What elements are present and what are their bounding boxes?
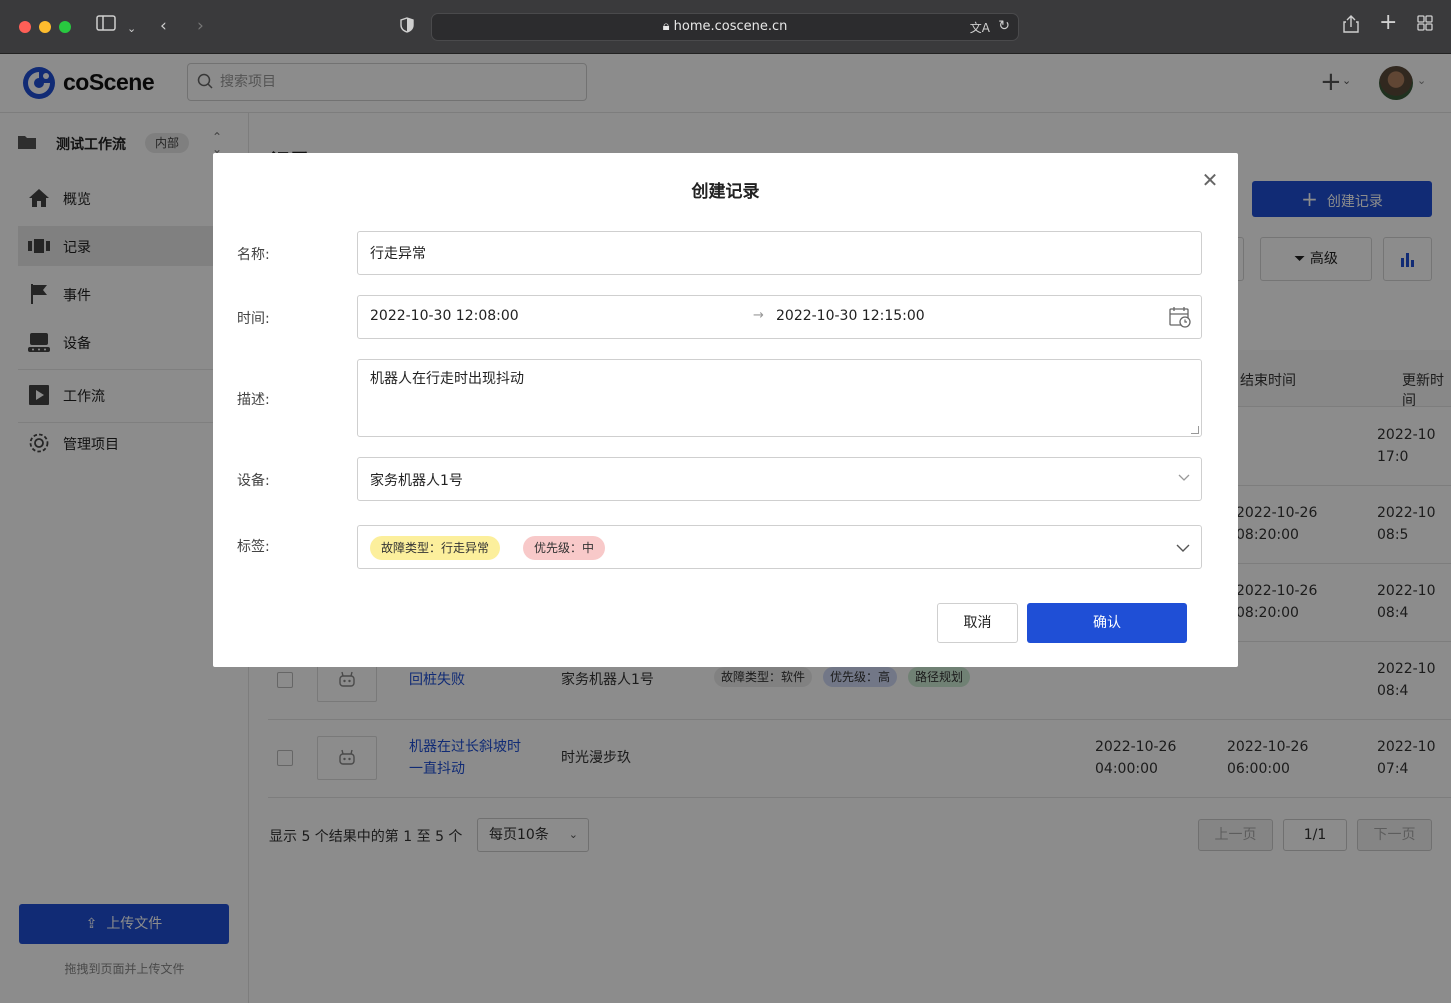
tab-overview-icon[interactable] [1417, 15, 1433, 37]
url-text: home.coscene.cn [673, 19, 788, 34]
device-select[interactable]: 家务机器人1号 [357, 457, 1202, 501]
chevron-down-icon [1176, 544, 1190, 552]
device-label: 设备: [237, 473, 270, 489]
forward-icon[interactable]: › [197, 15, 204, 37]
chevron-down-icon[interactable]: ⌄ [127, 18, 136, 40]
arrow-right-icon: → [753, 308, 764, 323]
name-input[interactable] [370, 232, 1170, 274]
time-range-picker[interactable]: 2022-10-30 12:08:00 → 2022-10-30 12:15:0… [357, 295, 1202, 339]
browser-toolbar: ⌄ ‹ › 🔒︎ home.coscene.cn 文A ↻ + [0, 0, 1451, 54]
tags-select[interactable]: 故障类型：行走异常 优先级：中 [357, 525, 1202, 569]
resize-handle[interactable] [1191, 426, 1199, 434]
shield-icon[interactable] [400, 17, 414, 39]
description-label: 描述: [237, 392, 270, 408]
description-textarea[interactable] [370, 368, 1189, 430]
end-time-value[interactable]: 2022-10-30 12:15:00 [776, 308, 925, 324]
zoom-window-button[interactable] [59, 21, 71, 33]
new-tab-icon[interactable]: + [1379, 12, 1397, 34]
minimize-window-button[interactable] [39, 21, 51, 33]
chevron-down-icon [1178, 474, 1190, 481]
tag-chip[interactable]: 故障类型：行走异常 [370, 536, 501, 560]
create-record-dialog: 创建记录 ✕ 名称: 时间: 2022-10-30 12:08:00 → 202… [213, 153, 1238, 667]
close-window-button[interactable] [19, 21, 31, 33]
device-selected-value: 家务机器人1号 [370, 473, 463, 489]
time-label: 时间: [237, 311, 270, 327]
description-field[interactable] [357, 359, 1202, 437]
name-label: 名称: [237, 247, 270, 263]
reload-icon[interactable]: ↻ [998, 18, 1010, 34]
address-bar[interactable]: 🔒︎ home.coscene.cn 文A ↻ [431, 13, 1019, 41]
cancel-button[interactable]: 取消 [937, 603, 1018, 643]
name-field[interactable] [357, 231, 1202, 275]
lock-icon: 🔒︎ [662, 19, 670, 34]
translate-icon[interactable]: 文A [970, 19, 990, 36]
sidebar-toggle-icon[interactable] [96, 15, 116, 37]
tag-chip[interactable]: 优先级：中 [523, 536, 606, 560]
confirm-button[interactable]: 确认 [1027, 603, 1187, 643]
back-icon[interactable]: ‹ [160, 15, 167, 37]
tags-label: 标签: [237, 539, 270, 555]
close-icon[interactable]: ✕ [1200, 170, 1220, 190]
dialog-title: 创建记录 [691, 182, 760, 202]
calendar-icon[interactable] [1169, 306, 1191, 328]
start-time-value[interactable]: 2022-10-30 12:08:00 [370, 308, 519, 324]
share-icon[interactable] [1343, 15, 1359, 39]
